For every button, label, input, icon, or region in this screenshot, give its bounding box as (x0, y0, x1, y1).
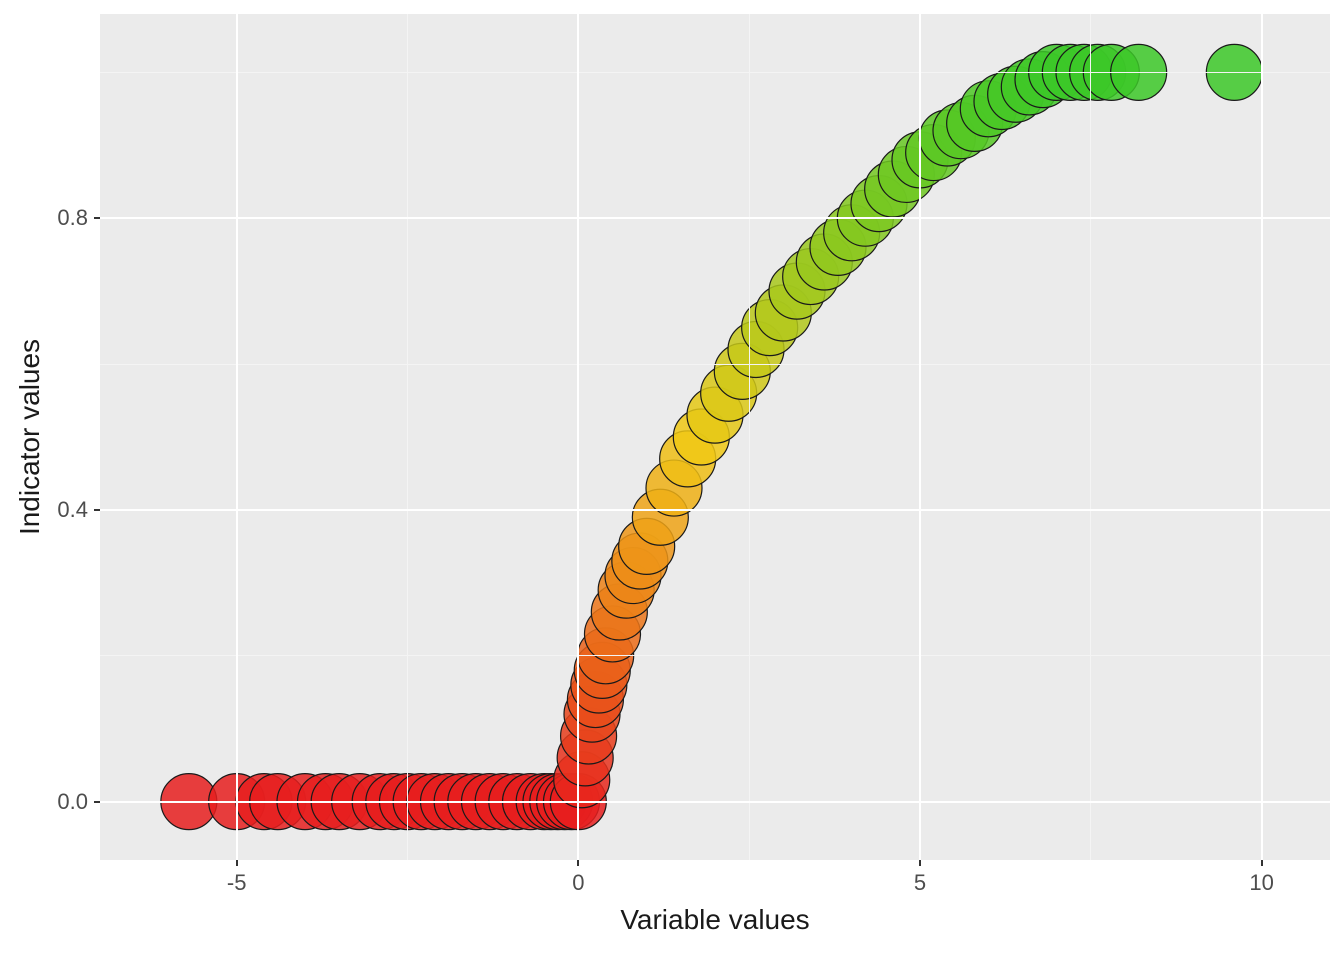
grid-major-vertical (236, 14, 238, 860)
grid-major-vertical (919, 14, 921, 860)
grid-minor-horizontal (100, 364, 1330, 365)
y-tick-label: 0.0 (57, 789, 88, 815)
grid-minor-horizontal (94, 217, 100, 219)
grid-minor-vertical (1090, 14, 1091, 860)
grid-minor-horizontal (919, 860, 921, 866)
grid-major-horizontal (100, 509, 1330, 511)
x-tick-label: 10 (1249, 870, 1273, 896)
x-axis-title: Variable values (620, 904, 809, 936)
grid-minor-horizontal (1261, 860, 1263, 866)
x-tick-label: 0 (572, 870, 584, 896)
grid-minor-horizontal (236, 860, 238, 866)
grid-minor-horizontal (94, 509, 100, 511)
chart-container: Variable values Indicator values -5 0 5 10 0… (0, 0, 1344, 960)
y-tick-label: 0.8 (57, 205, 88, 231)
grid-major-horizontal (100, 801, 1330, 803)
y-axis-title: Indicator values (14, 339, 46, 535)
grid-minor-vertical (407, 14, 408, 860)
grid-minor-horizontal (577, 860, 579, 866)
grid-major-vertical (1261, 14, 1263, 860)
grid-major-vertical (577, 14, 579, 860)
grid-minor-vertical (749, 14, 750, 860)
grid-minor-horizontal (100, 72, 1330, 73)
grid-major-horizontal (100, 217, 1330, 219)
grid-minor-horizontal (94, 801, 100, 803)
x-tick-label: -5 (227, 870, 247, 896)
y-tick-label: 0.4 (57, 497, 88, 523)
scatter-layer (0, 0, 1344, 960)
grid-minor-horizontal (100, 655, 1330, 656)
x-tick-label: 5 (914, 870, 926, 896)
